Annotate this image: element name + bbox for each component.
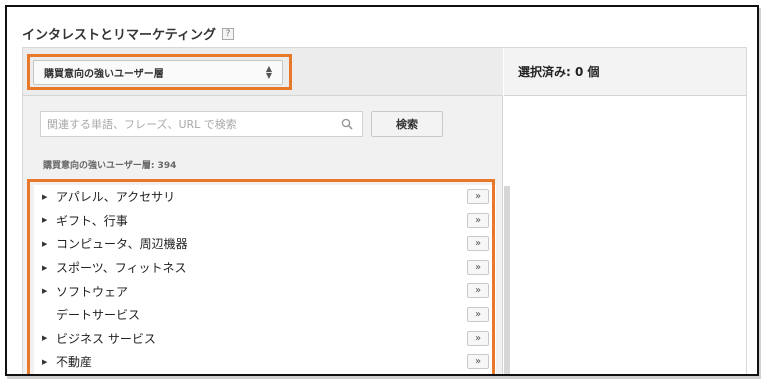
add-category-button[interactable]: »: [467, 354, 489, 370]
list-item[interactable]: ▶ アパレル、アクセサリ »: [34, 185, 490, 209]
list-item-label: ソフトウェア: [56, 284, 129, 299]
audience-type-select[interactable]: 購買意向の強いユーザー層 ▲ ▼: [33, 60, 283, 85]
list-item-label: コンピュータ、周辺機器: [56, 237, 188, 252]
list-item[interactable]: ▶ ビジネス サービス »: [34, 327, 490, 351]
list-scrollbar[interactable]: [504, 186, 510, 374]
targeting-panel: 購買意向の強いユーザー層 ▲▼ 検索 購買意向の強いユーザー層: 394 ▶ アパ…: [22, 47, 747, 374]
selected-header: 選択済み: 0 個: [504, 48, 746, 96]
selected-count: 選択済み: 0 個: [518, 65, 600, 79]
add-category-button[interactable]: »: [467, 259, 489, 275]
list-item-label: スポーツ、フィットネス: [56, 261, 187, 276]
add-category-button[interactable]: »: [467, 330, 489, 346]
list-item[interactable]: ▶ 不動産 »: [34, 350, 490, 374]
list-item[interactable]: ▶ コンピュータ、周辺機器 »: [34, 232, 490, 256]
expand-caret-icon[interactable]: ▶: [42, 334, 52, 342]
search-icon: [341, 118, 353, 130]
help-icon[interactable]: ?: [221, 27, 234, 40]
select-arrows-icon: ▲ ▼: [265, 64, 272, 80]
expand-caret-icon[interactable]: ▶: [42, 287, 52, 295]
list-item[interactable]: デートサービス »: [34, 303, 490, 327]
category-list: ▶ アパレル、アクセサリ » ▶ ギフト、行事 » ▶ コンピュータ、周辺機器 » ▶ スポーツ、フ…: [34, 185, 496, 374]
list-item[interactable]: ▶ ソフトウェア »: [34, 279, 490, 303]
browse-pane-header: 購買意向の強いユーザー層 ▲ ▼: [23, 48, 503, 96]
expand-caret-icon[interactable]: ▶: [42, 358, 52, 366]
list-item-label: 不動産: [56, 355, 93, 370]
list-item[interactable]: ▶ スポーツ、フィットネス »: [34, 256, 490, 280]
list-item[interactable]: ▶ ギフト、行事 »: [34, 209, 490, 233]
search-input[interactable]: [40, 111, 363, 137]
add-category-button[interactable]: »: [467, 189, 489, 204]
interests-remarketing-frame: インタレストとリマーケティング ? 購買意向の強いユーザー層 ▲▼ 検索 購買意…: [5, 5, 759, 376]
section-heading: インタレストとリマーケティング ?: [22, 24, 234, 43]
audience-type-value: 購買意向の強いユーザー層: [44, 69, 164, 80]
expand-caret-icon[interactable]: ▶: [42, 193, 52, 201]
expand-caret-icon[interactable]: ▶: [42, 264, 52, 272]
list-item-label: デートサービス: [56, 308, 141, 323]
expand-caret-icon[interactable]: ▶: [42, 216, 52, 224]
list-item-label: ビジネス サービス: [56, 331, 156, 346]
add-category-button[interactable]: »: [467, 212, 489, 228]
add-category-button[interactable]: »: [467, 283, 489, 299]
expand-caret-icon[interactable]: ▶: [42, 240, 52, 248]
section-title: インタレストとリマーケティング: [22, 28, 216, 43]
browse-pane: 購買意向の強いユーザー層 ▲▼ 検索 購買意向の強いユーザー層: 394 ▶ アパ…: [23, 48, 510, 374]
search-button[interactable]: 検索: [371, 111, 443, 137]
list-item-label: ギフト、行事: [56, 213, 128, 228]
list-item-label: アパレル、アクセサリ: [56, 190, 176, 205]
add-category-button[interactable]: »: [467, 236, 489, 252]
category-count: 購買意向の強いユーザー層: 394: [43, 161, 177, 171]
add-category-button[interactable]: »: [467, 307, 489, 322]
